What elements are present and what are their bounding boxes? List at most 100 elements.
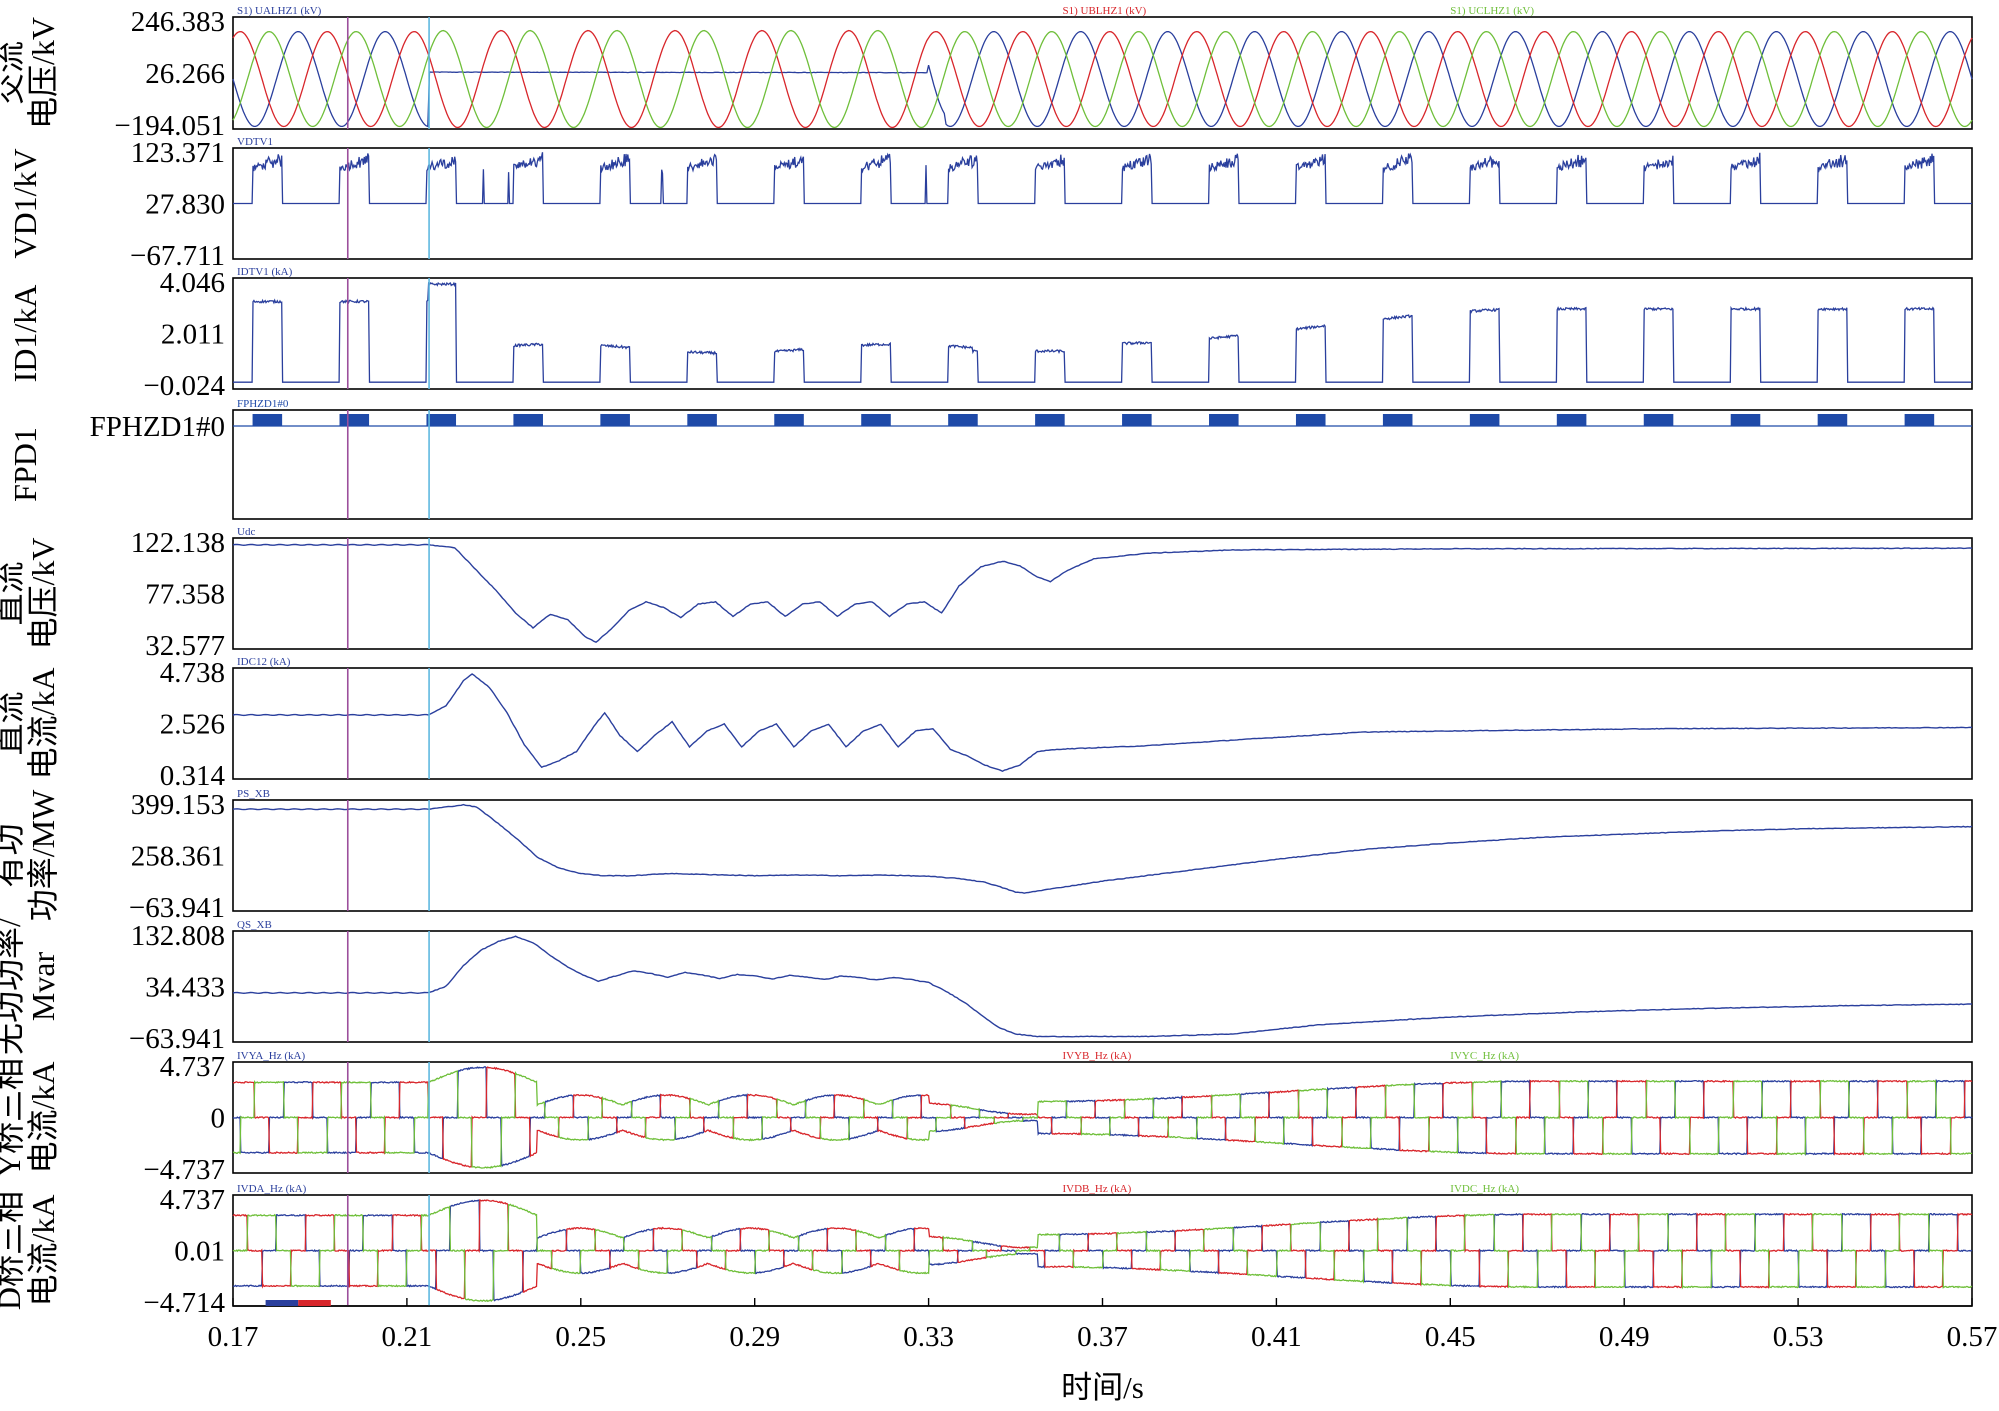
- traces-udc: [232, 543, 1973, 643]
- ytick-label: 0.314: [160, 760, 226, 792]
- udc-trace: [232, 543, 1973, 643]
- chart-stage: S1) UALHZ1 (kV) S1) UBLHZ1 (kV) S1) UCLHZ1…: [0, 0, 1999, 1406]
- ytick-label: 27.830: [145, 189, 225, 221]
- x-axis-label: 时间/s: [1061, 1370, 1144, 1405]
- y-axis-label-line: 直流: [0, 691, 27, 755]
- ytick-label: 0.01: [174, 1236, 225, 1268]
- ytick-label: 246.383: [131, 6, 225, 38]
- x-tick-label: 0.37: [1077, 1321, 1128, 1353]
- x-tick-label: 0.57: [1947, 1321, 1998, 1353]
- fp-pulse: [1035, 414, 1065, 426]
- ps-trace: [232, 803, 1973, 894]
- phase-a-trace: [232, 31, 1973, 128]
- fp-pulse: [687, 414, 717, 426]
- traces-idc: [232, 673, 1973, 772]
- ytick-label: 4.737: [160, 1184, 225, 1216]
- fp-pulse: [1643, 414, 1674, 426]
- series-name-y_bridge-2: IVYC_Hz (kA): [1450, 1050, 1519, 1062]
- ytick-label: 0: [211, 1103, 226, 1135]
- fp-pulse: [1904, 414, 1935, 426]
- traces-ac_voltage: [232, 29, 1973, 129]
- fp-pulse: [252, 414, 283, 426]
- y-axis-label-line: 直流: [0, 561, 27, 625]
- panel-y_bridge: IVYA_Hz (kA) IVYB_Hz (kA) IVYC_Hz (kA) 4.73…: [0, 1050, 1973, 1186]
- fp-pulse: [1209, 414, 1239, 426]
- y-axis-label-line: Mvar: [25, 952, 61, 1022]
- y-axis-label: VD1/kV: [7, 148, 43, 258]
- cursor-bar-red[interactable]: [298, 1300, 331, 1306]
- y-axis-label-line: 电流/kA: [25, 1061, 61, 1173]
- series-name-d_bridge-1: IVDB_Hz (kA): [1063, 1183, 1132, 1195]
- ytick-label: 4.737: [160, 1051, 225, 1083]
- fp-pulse: [1382, 414, 1413, 426]
- x-tick-label: 0.21: [382, 1321, 433, 1353]
- y-axis-label-line: 功率/MW: [25, 789, 61, 921]
- ytick-label: 77.358: [145, 579, 225, 611]
- panel-vd1: VDTV1123.37127.830−67.711VD1/kV: [7, 136, 1973, 272]
- series-name-id1-0: IDTV1 (kA): [237, 266, 293, 278]
- y-axis-label-line: 电流/kA: [25, 1194, 61, 1306]
- series-name-vd1-0: VDTV1: [237, 136, 273, 148]
- plot-frame: [232, 537, 1973, 650]
- y-axis-label: 直流电压/kV: [0, 537, 61, 649]
- series-name-ac_voltage-1: S1) UBLHZ1 (kV): [1063, 5, 1147, 17]
- ytick-label: 4.046: [160, 267, 225, 299]
- panel-qs: QS_XB132.80834.433−63.941无功功率/Mvar: [0, 918, 1973, 1055]
- panel-udc: Udc122.13877.35832.577直流电压/kV: [0, 526, 1973, 662]
- fp-pulse: [339, 414, 370, 426]
- idc-trace: [232, 673, 1973, 772]
- y-axis-label: ID1/kA: [7, 285, 43, 383]
- x-tick-label: 0.53: [1773, 1321, 1824, 1353]
- series-name-qs-0: QS_XB: [237, 919, 272, 931]
- ytick-label: 399.153: [131, 789, 225, 821]
- plot-frame: [232, 667, 1973, 780]
- qs-trace: [232, 935, 1973, 1038]
- traces-fp: [233, 414, 1972, 427]
- fp-pulse: [1469, 414, 1500, 426]
- x-tick-label: 0.33: [903, 1321, 954, 1353]
- y-axis-label: 直流电流/kA: [0, 667, 61, 779]
- vd1-trace: [233, 152, 1972, 205]
- fp-pulse: [1817, 414, 1848, 426]
- y-axis-label-line: 交流: [0, 41, 27, 105]
- plot-frame: [232, 277, 1973, 390]
- series-name-fp-0: FPHZD1#0: [237, 398, 289, 410]
- plot-frame: [232, 930, 1973, 1043]
- y-axis-label-line: D桥三相: [0, 1191, 27, 1310]
- traces-vd1: [233, 152, 1972, 205]
- x-tick-label: 0.41: [1251, 1321, 1302, 1353]
- y-axis-label-line: Y桥三相: [0, 1058, 27, 1177]
- traces-id1: [233, 281, 1972, 383]
- fp-pulse: [1730, 414, 1761, 426]
- panel-id1: IDTV1 (kA) 4.046 2.011 −0.024 ID1/kA: [7, 266, 1973, 402]
- ytick-label: 2.526: [160, 709, 225, 741]
- x-axis: 0.17 0.21 0.25 0.29 0.33 0.37 0.41 0.45 0.49 0.53…: [208, 1298, 1998, 1405]
- y-axis-label: 无功功率/Mvar: [0, 918, 61, 1055]
- fp-pulse: [1122, 414, 1152, 426]
- series-name-ps-0: PS_XB: [237, 788, 270, 800]
- traces-y_bridge: [232, 1066, 1973, 1169]
- ytick-label: 258.361: [131, 841, 225, 873]
- x-tick-label: 0.49: [1599, 1321, 1650, 1353]
- fp-pulse: [861, 414, 891, 426]
- panel-fp: FPHZD1#0 FPHZD1#0 FPD1: [7, 398, 1973, 520]
- fp-pulse: [948, 414, 978, 426]
- series-name-ac_voltage-2: S1) UCLHZ1 (kV): [1450, 5, 1534, 17]
- series-name-y_bridge-1: IVYB_Hz (kA): [1063, 1050, 1132, 1062]
- x-tick-label: 0.29: [729, 1321, 780, 1353]
- phase-c-current-trace: [232, 1070, 1973, 1169]
- traces-qs: [232, 935, 1973, 1038]
- y-axis-label-line: 有功: [0, 823, 27, 887]
- fp-pulse: [600, 414, 630, 426]
- y-axis-label-line: ID1/kA: [7, 285, 43, 383]
- series-name-ac_voltage-0: S1) UALHZ1 (kV): [237, 5, 322, 17]
- cursor-bar-blue[interactable]: [265, 1300, 299, 1306]
- ytick-label: 2.011: [161, 319, 225, 351]
- y-axis-label-line: FPD1: [7, 427, 43, 502]
- series-name-d_bridge-0: IVDA_Hz (kA): [237, 1183, 307, 1195]
- fp-pulse: [1295, 414, 1326, 426]
- x-tick-label: 0.45: [1425, 1321, 1476, 1353]
- y-axis-label: 有功功率/MW: [0, 789, 61, 921]
- y-axis-label: FPD1: [7, 427, 43, 502]
- ytick-label: 34.433: [145, 972, 225, 1004]
